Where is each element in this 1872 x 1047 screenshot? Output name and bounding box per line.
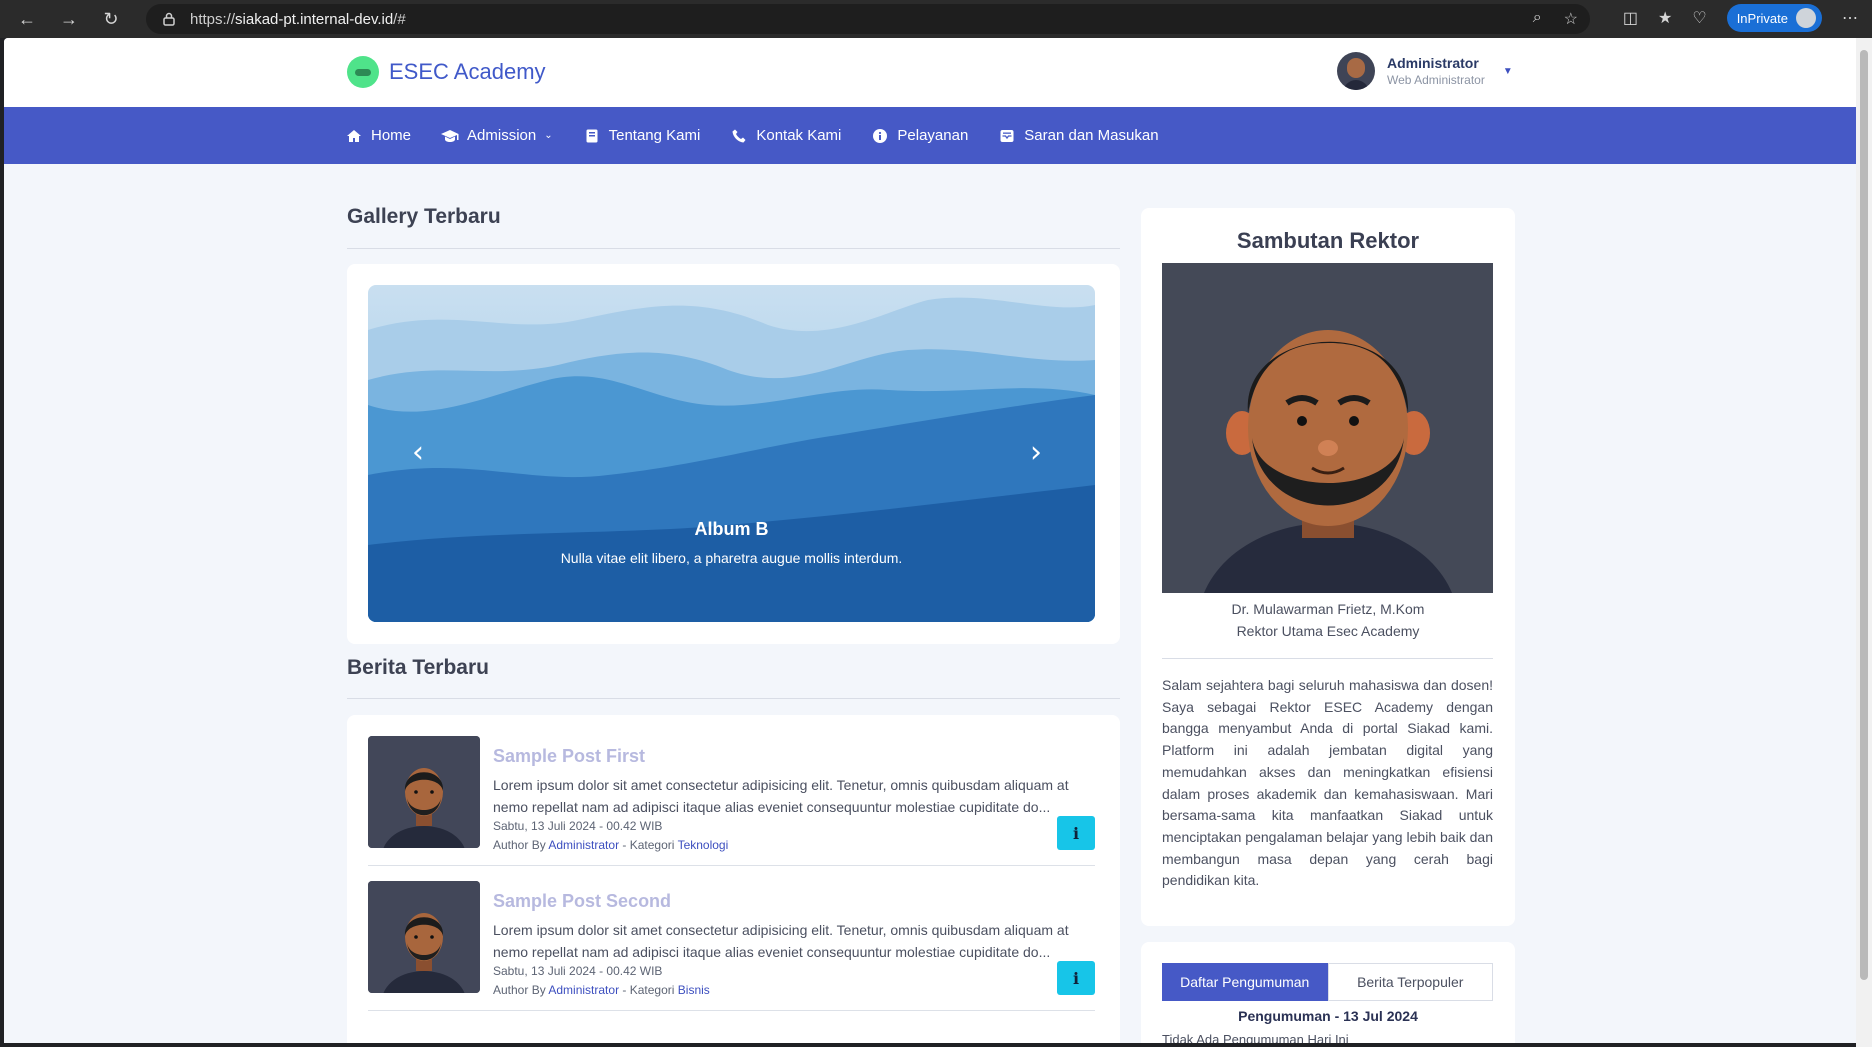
- gallery-card: ‹ › Album B Nulla vitae elit libero, a p…: [347, 264, 1120, 644]
- gallery-divider: [347, 248, 1120, 249]
- post-divider: [368, 1010, 1095, 1011]
- info-circle-icon: [871, 128, 889, 144]
- user-role: Web Administrator: [1387, 73, 1485, 87]
- news-post: Sample Post Second Lorem ipsum dolor sit…: [368, 881, 1095, 1011]
- tab-berita-terpopuler[interactable]: Berita Terpopuler: [1327, 963, 1493, 1001]
- more-menu-icon[interactable]: ⋯: [1842, 8, 1858, 28]
- inprivate-label: InPrivate: [1736, 10, 1788, 26]
- lock-icon: [162, 11, 176, 27]
- nav-saran-dan-masukan[interactable]: Saran dan Masukan: [998, 127, 1159, 144]
- page-scrollbar[interactable]: [1856, 38, 1872, 1047]
- rector-name: Dr. Mulawarman Frietz, M.Kom: [1231, 601, 1425, 617]
- page-viewport: ESEC Academy Administrator Web Administr…: [4, 38, 1856, 1043]
- author-link[interactable]: Administrator: [548, 983, 619, 997]
- category-link[interactable]: Teknologi: [678, 838, 729, 852]
- nav-tentang-kami[interactable]: Tentang Kami: [583, 127, 701, 144]
- carousel-next-icon[interactable]: ›: [1030, 435, 1042, 470]
- nav-home-label: Home: [371, 127, 412, 144]
- nav-admission[interactable]: Admission ⌄: [441, 127, 553, 144]
- brand-logo-icon: [347, 56, 379, 88]
- post-title[interactable]: Sample Post Second: [493, 891, 671, 912]
- scrollbar-thumb[interactable]: [1860, 50, 1868, 980]
- news-divider: [347, 698, 1120, 699]
- slide-title: Album B: [694, 519, 769, 539]
- category-link[interactable]: Bisnis: [678, 983, 710, 997]
- tab-daftar-pengumuman[interactable]: Daftar Pengumuman: [1162, 963, 1328, 1001]
- nav-kontak-kami-label: Kontak Kami: [756, 127, 842, 144]
- caret-down-icon[interactable]: ▼: [1503, 66, 1513, 77]
- post-excerpt: Lorem ipsum dolor sit amet consectetur a…: [493, 922, 1069, 960]
- post-info-button[interactable]: i: [1057, 961, 1095, 995]
- slide-image: [368, 285, 1095, 622]
- author-prefix: Author By: [493, 983, 546, 997]
- user-menu[interactable]: Administrator Web Administrator ▼: [1337, 52, 1513, 90]
- profile-avatar: [1796, 8, 1816, 28]
- browser-toolbar: ← → ↻ https://siakad-pt.internal-dev.id/…: [0, 0, 1872, 38]
- slide-text: Nulla vitae elit libero, a pharetra augu…: [560, 550, 903, 566]
- chevron-down-icon: ⌄: [544, 130, 553, 141]
- category-prefix: - Kategori: [622, 838, 675, 852]
- brand[interactable]: ESEC Academy: [347, 56, 546, 88]
- phone-icon: [730, 128, 748, 144]
- rector-card: Sambutan Rektor Dr. Mulawarman Frietz, M…: [1141, 208, 1515, 926]
- split-screen-icon[interactable]: ◫: [1623, 8, 1638, 28]
- post-meta: Author By Administrator - Kategori Tekno…: [493, 838, 728, 852]
- address-bar[interactable]: https://siakad-pt.internal-dev.id/# ⌕ ☆: [146, 4, 1590, 34]
- favorite-star-icon[interactable]: ☆: [1564, 9, 1578, 29]
- nav-home[interactable]: Home: [345, 127, 411, 144]
- post-title[interactable]: Sample Post First: [493, 746, 645, 767]
- category-prefix: - Kategori: [622, 983, 675, 997]
- news-post: Sample Post First Lorem ipsum dolor sit …: [368, 736, 1095, 866]
- nav-saran-label: Saran dan Masukan: [1024, 127, 1159, 144]
- forward-icon[interactable]: →: [54, 4, 84, 34]
- zoom-icon[interactable]: ⌕: [1533, 9, 1542, 29]
- brand-name: ESEC Academy: [389, 59, 546, 84]
- rector-divider: [1162, 658, 1493, 659]
- home-icon: [345, 128, 363, 144]
- announcement-empty-text: Tidak Ada Pengumuman Hari Ini: [1162, 1032, 1349, 1043]
- reload-icon[interactable]: ↻: [96, 4, 126, 34]
- post-date: Sabtu, 13 Juli 2024 - 00.42 WIB: [493, 964, 663, 978]
- nav-admission-label: Admission: [467, 127, 537, 144]
- back-icon[interactable]: ←: [12, 4, 42, 34]
- announcement-card: Daftar Pengumuman Berita Terpopuler Peng…: [1141, 942, 1515, 1043]
- nav-kontak-kami[interactable]: Kontak Kami: [730, 127, 841, 144]
- post-excerpt: Lorem ipsum dolor sit amet consectetur a…: [493, 777, 1069, 815]
- graduation-cap-icon: [441, 128, 459, 144]
- post-date: Sabtu, 13 Juli 2024 - 00.42 WIB: [493, 819, 663, 833]
- post-divider: [368, 865, 1095, 866]
- user-avatar: [1337, 52, 1375, 90]
- gallery-title: Gallery Terbaru: [347, 205, 501, 228]
- nav-pelayanan-label: Pelayanan: [897, 127, 969, 144]
- main-navbar: Home Admission ⌄ Tentang Kami Kontak Kam…: [4, 107, 1856, 164]
- post-thumbnail[interactable]: [368, 736, 480, 848]
- rector-title: Sambutan Rektor: [1236, 228, 1420, 253]
- browser-essentials-icon[interactable]: ♡: [1692, 8, 1706, 28]
- site-header: ESEC Academy Administrator Web Administr…: [4, 38, 1856, 107]
- post-info-button[interactable]: i: [1057, 816, 1095, 850]
- inprivate-badge[interactable]: InPrivate: [1726, 4, 1822, 32]
- carousel-prev-icon[interactable]: ‹: [412, 435, 424, 470]
- post-meta: Author By Administrator - Kategori Bisni…: [493, 983, 710, 997]
- inbox-icon: [998, 128, 1016, 144]
- nav-tentang-kami-label: Tentang Kami: [608, 127, 701, 144]
- gallery-carousel[interactable]: ‹ › Album B Nulla vitae elit libero, a p…: [368, 285, 1095, 622]
- author-prefix: Author By: [493, 838, 546, 852]
- post-thumbnail[interactable]: [368, 881, 480, 993]
- news-card: Sample Post First Lorem ipsum dolor sit …: [347, 715, 1120, 1043]
- rector-role: Rektor Utama Esec Academy: [1236, 623, 1420, 639]
- rector-photo: [1162, 263, 1493, 593]
- rector-message: Salam sejahtera bagi seluruh mahasiswa d…: [1162, 677, 1493, 889]
- user-name: Administrator: [1387, 55, 1479, 71]
- book-icon: [583, 128, 601, 144]
- favorites-icon[interactable]: ★: [1658, 8, 1672, 28]
- nav-pelayanan[interactable]: Pelayanan: [871, 127, 968, 144]
- url-text: https://siakad-pt.internal-dev.id/#: [190, 10, 406, 28]
- announcement-tabs: Daftar Pengumuman Berita Terpopuler: [1162, 963, 1493, 1001]
- news-title: Berita Terbaru: [347, 656, 489, 679]
- author-link[interactable]: Administrator: [548, 838, 619, 852]
- announcement-heading: Pengumuman - 13 Jul 2024: [1238, 1008, 1418, 1024]
